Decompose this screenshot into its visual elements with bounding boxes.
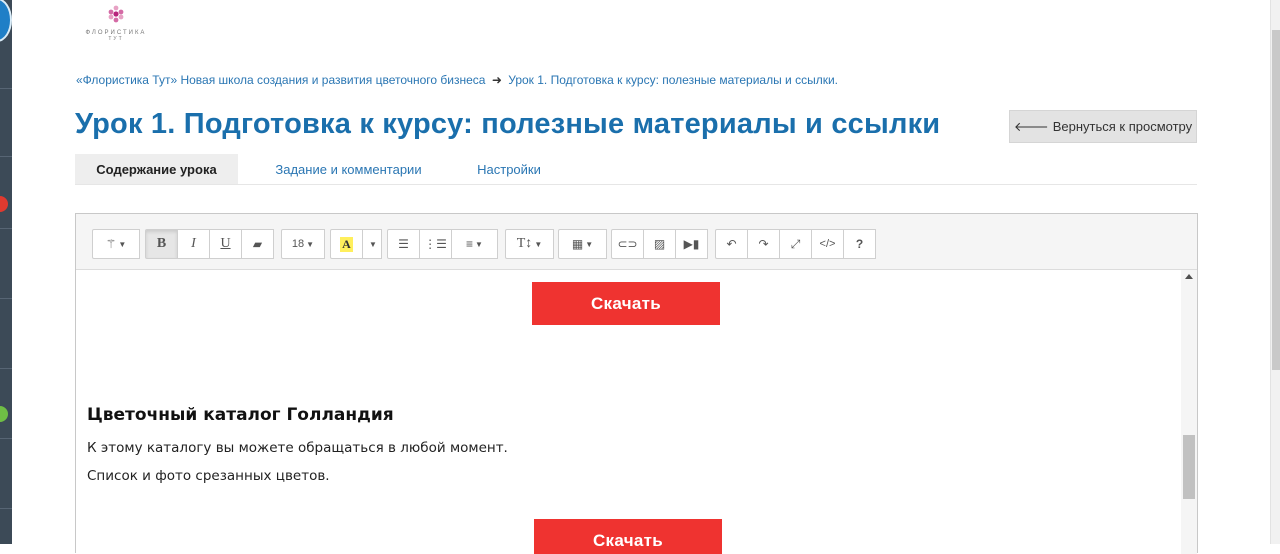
editor-scrollbar[interactable]	[1181, 270, 1197, 554]
arrow-left-icon: 🡐	[1013, 118, 1049, 134]
lesson-tabs: Содержание урока Задание и комментарии Н…	[75, 154, 1197, 185]
download-button[interactable]: Скачать	[532, 282, 720, 325]
chevron-down-icon: ▼	[306, 239, 315, 249]
chevron-down-icon: ▼	[369, 239, 377, 249]
left-sidebar-strip	[0, 0, 12, 544]
catalog-list-text: Список и фото срезанных цветов.	[87, 468, 330, 484]
magic-style-button[interactable]: ⚚ ▼	[92, 229, 140, 259]
chevron-down-icon: ▼	[534, 239, 543, 249]
page-scroll-thumb[interactable]	[1272, 30, 1280, 370]
scroll-thumb[interactable]	[1183, 435, 1195, 499]
scroll-up-icon[interactable]	[1185, 274, 1193, 279]
font-size-value: 18	[291, 238, 305, 250]
image-icon: ▨	[653, 237, 666, 251]
video-icon: ▶▮	[683, 237, 700, 251]
font-size-select[interactable]: 18 ▼	[281, 229, 325, 259]
text-color-icon: A	[340, 236, 353, 252]
page-scrollbar[interactable]	[1270, 0, 1280, 544]
flower-logo-icon	[108, 5, 124, 23]
catalog-heading: Цветочный каталог Голландия	[87, 405, 394, 425]
rich-text-editor: ⚚ ▼ B I U ▰ 18 ▼ A ▼ ☰ ⋮☰ ≡ ▼ T↕ ▼ ▦ ▼ ⊂…	[75, 213, 1198, 554]
align-button[interactable]: ≡ ▼	[451, 229, 498, 259]
breadcrumb-course-link[interactable]: «Флористика Тут» Новая школа создания и …	[76, 73, 485, 87]
editor-toolbar: ⚚ ▼ B I U ▰ 18 ▼ A ▼ ☰ ⋮☰ ≡ ▼ T↕ ▼ ▦ ▼ ⊂…	[76, 214, 1197, 270]
breadcrumb-arrow-icon: ➜	[491, 73, 502, 87]
video-button[interactable]: ▶▮	[675, 229, 708, 259]
table-button[interactable]: ▦ ▼	[558, 229, 607, 259]
link-icon: ⊂⊃	[617, 237, 638, 251]
sidebar-divider	[0, 368, 12, 369]
logo-subtext: ТУТ	[108, 36, 124, 42]
chevron-down-icon: ▼	[118, 239, 127, 249]
code-view-button[interactable]: </>	[811, 229, 844, 259]
chevron-down-icon: ▼	[585, 239, 594, 249]
catalog-description: К этому каталогу вы можете обращаться в …	[87, 440, 508, 456]
online-status-icon	[0, 406, 8, 422]
tab-assignment-comments[interactable]: Задание и комментарии	[260, 154, 437, 184]
sidebar-divider	[0, 298, 12, 299]
highlight-color-button[interactable]: A	[330, 229, 363, 259]
undo-button[interactable]: ↶	[715, 229, 748, 259]
redo-icon: ↷	[758, 237, 769, 251]
numbered-list-button[interactable]: ⋮☰	[419, 229, 452, 259]
editor-content[interactable]: Скачать Цветочный каталог Голландия К эт…	[76, 270, 1181, 554]
text-style-button[interactable]: T↕ ▼	[505, 229, 554, 259]
clear-format-button[interactable]: ▰	[241, 229, 274, 259]
italic-button[interactable]: I	[177, 229, 210, 259]
sidebar-divider	[0, 508, 12, 509]
notification-icon[interactable]	[0, 196, 8, 212]
fullscreen-button[interactable]: ⤢	[779, 229, 812, 259]
color-dropdown-button[interactable]: ▼	[362, 229, 382, 259]
image-button[interactable]: ▨	[643, 229, 676, 259]
help-button[interactable]: ?	[843, 229, 876, 259]
app-badge-icon[interactable]	[0, 0, 12, 42]
undo-icon: ↶	[726, 237, 737, 251]
bullet-list-icon: ☰	[398, 237, 409, 251]
tab-lesson-content[interactable]: Содержание урока	[75, 154, 238, 184]
code-icon: </>	[819, 238, 836, 250]
tab-settings[interactable]: Настройки	[461, 154, 557, 184]
chevron-down-icon: ▼	[475, 239, 483, 249]
sidebar-divider	[0, 156, 12, 157]
sidebar-divider	[0, 228, 12, 229]
eraser-icon: ▰	[252, 237, 263, 251]
sidebar-divider	[0, 438, 12, 439]
site-logo[interactable]: ФЛОРИСТИКА ТУТ	[76, 4, 156, 50]
underline-button[interactable]: U	[209, 229, 242, 259]
table-icon: ▦	[571, 237, 584, 251]
link-button[interactable]: ⊂⊃	[611, 229, 644, 259]
sidebar-divider	[0, 88, 12, 89]
breadcrumb-lesson-link[interactable]: Урок 1. Подготовка к курсу: полезные мат…	[508, 73, 838, 87]
breadcrumb: «Флористика Тут» Новая школа создания и …	[76, 73, 838, 87]
download-button[interactable]: Скачать	[534, 519, 722, 554]
text-height-icon: T↕	[516, 236, 533, 251]
numbered-list-icon: ⋮☰	[424, 237, 447, 251]
redo-button[interactable]: ↷	[747, 229, 780, 259]
back-to-view-button[interactable]: 🡐 Вернуться к просмотру	[1009, 110, 1197, 143]
help-icon: ?	[855, 237, 864, 251]
back-button-label: Вернуться к просмотру	[1052, 119, 1193, 134]
magic-wand-icon: ⚚	[105, 237, 117, 251]
align-left-icon: ≡	[466, 237, 474, 251]
bold-button[interactable]: B	[145, 229, 178, 259]
page-title: Урок 1. Подготовка к курсу: полезные мат…	[75, 108, 941, 140]
fullscreen-icon: ⤢	[790, 236, 801, 251]
bullet-list-button[interactable]: ☰	[387, 229, 420, 259]
